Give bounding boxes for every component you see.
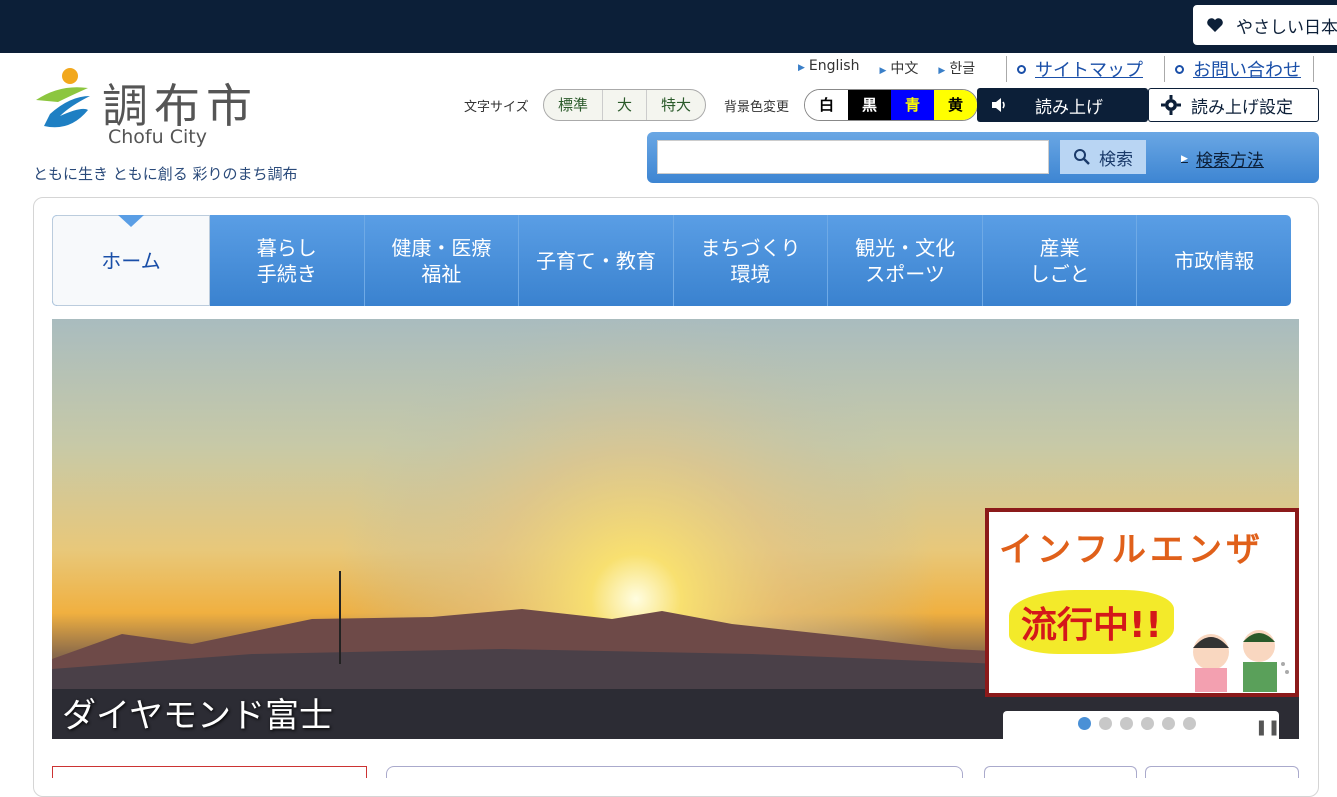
lang-english-label: English: [808, 58, 860, 74]
slide-dot[interactable]: [1120, 717, 1133, 730]
nav-childcare[interactable]: 子育て・教育: [519, 215, 674, 306]
font-size-xlarge-button[interactable]: 特大: [647, 90, 705, 120]
bottom-panel-left: [52, 766, 367, 778]
search-input[interactable]: [657, 140, 1049, 174]
hero-caption: ダイヤモンド富士: [62, 696, 333, 736]
bg-yellow-button[interactable]: 黄: [934, 90, 977, 120]
slide-dot[interactable]: [1099, 717, 1112, 730]
bottom-panel-right-1: [984, 766, 1137, 778]
slide-dot[interactable]: [1141, 717, 1154, 730]
chofu-logo-mark-icon: [36, 68, 90, 128]
tagline: ともに生き ともに創る 彩りのまち調布: [33, 165, 298, 183]
nav-home[interactable]: ホーム: [52, 215, 210, 306]
bg-color-label: 背景色変更: [724, 100, 790, 115]
language-links: ▶ English ▶ 中文 ▶ 한글: [798, 58, 975, 78]
nav-city-info[interactable]: 市政情報: [1137, 215, 1291, 306]
contact-label: お問い合わせ: [1193, 60, 1301, 81]
nav-living[interactable]: 暮らし 手続き: [210, 215, 365, 306]
gear-icon: [1161, 95, 1181, 115]
speaker-icon: [992, 98, 1005, 112]
font-size-selector: 標準 大 特大: [543, 89, 707, 121]
slide-dot[interactable]: [1162, 717, 1175, 730]
influenza-banner[interactable]: インフルエンザ 流行中!!: [985, 508, 1299, 697]
top-bar: やさしい日本語: [0, 0, 1337, 53]
triangle-icon: ▶: [938, 66, 946, 76]
slide-indicators: [1078, 717, 1196, 730]
triangle-icon: ▶: [879, 66, 887, 76]
contact-link[interactable]: お問い合わせ: [1164, 56, 1314, 82]
slide-dot[interactable]: [1183, 717, 1196, 730]
nav-health[interactable]: 健康・医療 福祉: [365, 215, 520, 306]
search-help-link[interactable]: ▶ 検索方法: [1181, 146, 1264, 171]
read-settings-label: 読み上げ設定: [1191, 97, 1293, 118]
font-size-large-button[interactable]: 大: [603, 90, 648, 120]
sitemap-label: サイトマップ: [1035, 60, 1143, 81]
easy-japanese-label: やさしい日本語: [1236, 17, 1337, 38]
influenza-banner-title: インフルエンザ: [999, 530, 1264, 570]
bottom-panel-right-2: [1145, 766, 1299, 778]
lang-english-link[interactable]: ▶ English: [798, 58, 859, 78]
read-settings-button[interactable]: 読み上げ設定: [1148, 88, 1319, 122]
circle-arrow-icon: [1017, 64, 1026, 74]
easy-japanese-button[interactable]: やさしい日本語: [1193, 5, 1337, 45]
search-icon: [1074, 149, 1090, 165]
read-aloud-button[interactable]: 読み上げ: [977, 88, 1148, 122]
sitemap-link[interactable]: サイトマップ: [1006, 56, 1143, 82]
search-button[interactable]: 検索: [1060, 140, 1146, 174]
nav-town[interactable]: まちづくり 環境: [674, 215, 829, 306]
circle-arrow-icon: ▶: [1181, 153, 1188, 164]
font-size-label: 文字サイズ: [464, 100, 529, 115]
bg-color-selector: 白 黒 青 黄: [804, 89, 978, 121]
search-bar: 検索 ▶ 検索方法: [647, 132, 1319, 183]
heart-icon: [1207, 18, 1223, 32]
search-help-label: 検索方法: [1195, 151, 1264, 171]
bg-white-button[interactable]: 白: [805, 90, 848, 120]
slide-dot[interactable]: [1078, 717, 1091, 730]
circle-arrow-icon: [1175, 64, 1184, 74]
global-nav: ホーム 暮らし 手続き 健康・医療 福祉 子育て・教育 まちづくり 環境 観光・…: [52, 215, 1291, 306]
bg-blue-button[interactable]: 青: [891, 90, 934, 120]
logo-english: Chofu City: [108, 126, 207, 148]
triangle-icon: ▶: [798, 63, 805, 73]
bottom-panel-center: [386, 766, 963, 778]
lang-chinese-label: 中文: [890, 61, 919, 77]
site-logo[interactable]: 調布市 Chofu City: [30, 64, 270, 154]
active-nav-indicator: [118, 215, 144, 227]
lang-korean-label: 한글: [949, 61, 976, 77]
nav-tourism[interactable]: 観光・文化 スポーツ: [828, 215, 983, 306]
nav-industry[interactable]: 産業 しごと: [983, 215, 1138, 306]
lang-chinese-link[interactable]: ▶ 中文: [879, 58, 918, 78]
lang-korean-link[interactable]: ▶ 한글: [938, 58, 975, 78]
bg-black-button[interactable]: 黒: [848, 90, 891, 120]
read-aloud-label: 読み上げ: [1035, 97, 1103, 118]
pause-icon[interactable]: ❚❚: [1255, 718, 1280, 736]
slideshow-controls: ❚❚: [1003, 711, 1280, 741]
sick-people-illustration-icon: [1193, 630, 1289, 692]
font-size-standard-button[interactable]: 標準: [544, 90, 604, 120]
search-button-label: 検索: [1099, 149, 1133, 170]
influenza-banner-subtitle: 流行中!!: [1009, 590, 1174, 654]
